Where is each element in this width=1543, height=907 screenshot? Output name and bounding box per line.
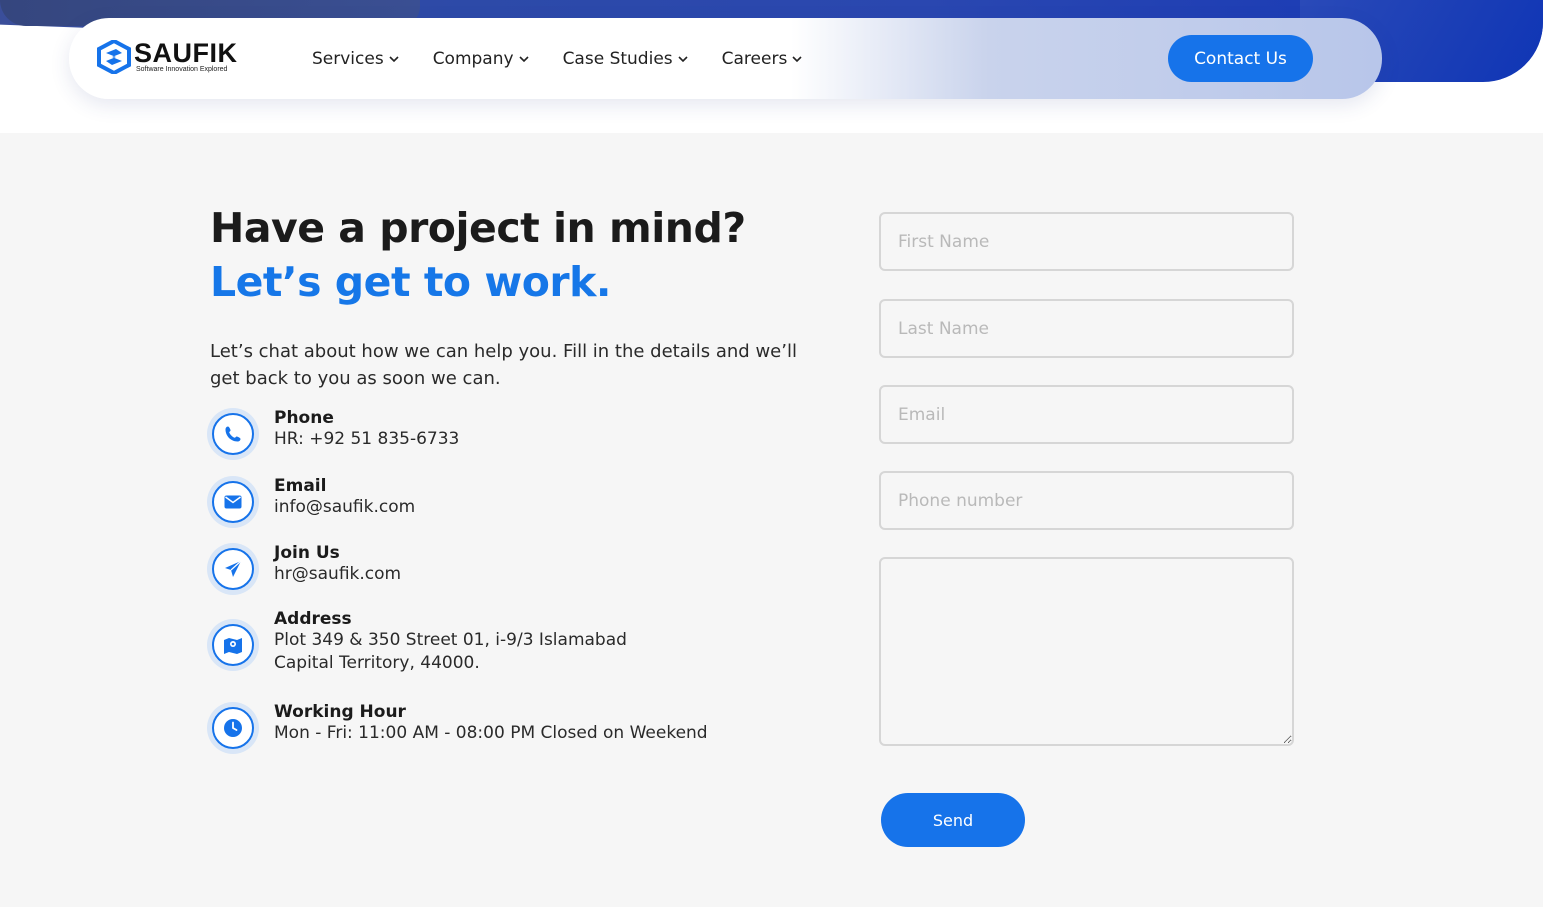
envelope-icon xyxy=(224,495,242,509)
icon-ring xyxy=(207,408,259,460)
icon-circle xyxy=(212,624,254,666)
message-field[interactable] xyxy=(879,557,1294,746)
navbar: SAUFIK Software Innovation Explored Serv… xyxy=(69,18,1382,99)
page-subtitle: Let’s get to work. xyxy=(210,258,611,306)
clock-icon xyxy=(224,719,242,737)
icon-ring xyxy=(207,543,259,595)
contact-item-value: HR: +92 51 835-6733 xyxy=(274,429,460,449)
contact-item-working-hour: Working Hour Mon - Fri: 11:00 AM - 08:00… xyxy=(207,702,708,754)
contact-item-join-us: Join Us hr@saufik.com xyxy=(207,543,401,595)
map-icon xyxy=(224,638,242,654)
contact-us-button[interactable]: Contact Us xyxy=(1168,35,1313,82)
icon-ring xyxy=(207,476,259,528)
icon-ring xyxy=(207,619,259,671)
page-title: Have a project in mind? xyxy=(210,204,746,252)
icon-circle xyxy=(212,481,254,523)
nav-item-company[interactable]: Company xyxy=(433,49,529,69)
chevron-down-icon xyxy=(792,56,802,63)
email-field[interactable] xyxy=(879,385,1294,444)
contact-item-value: Plot 349 & 350 Street 01, i-9/3 Islamaba… xyxy=(274,630,627,650)
nav-item-label: Careers xyxy=(721,48,788,69)
nav-item-label: Case Studies xyxy=(562,48,673,69)
chevron-down-icon xyxy=(678,56,688,63)
contact-item-title: Email xyxy=(274,476,327,496)
last-name-field[interactable] xyxy=(879,299,1294,358)
contact-item-title: Join Us xyxy=(274,543,340,563)
nav-item-case-studies[interactable]: Case Studies xyxy=(563,49,688,69)
first-name-field[interactable] xyxy=(879,212,1294,271)
contact-item-email: Email info@saufik.com xyxy=(207,476,415,528)
contact-item-title: Address xyxy=(274,609,352,629)
logo[interactable]: SAUFIK Software Innovation Explored xyxy=(96,40,238,74)
nav-item-careers[interactable]: Careers xyxy=(722,49,803,69)
nav-item-services[interactable]: Services xyxy=(312,49,399,69)
intro-text: Let’s chat about how we can help you. Fi… xyxy=(210,341,797,389)
icon-circle xyxy=(212,548,254,590)
brand-name: SAUFIK xyxy=(134,38,238,68)
contact-item-title: Working Hour xyxy=(274,702,406,722)
nav-links: Services Company Case Studies Careers xyxy=(312,18,836,99)
contact-item-value[interactable]: info@saufik.com xyxy=(274,496,415,519)
contact-item-title: Phone xyxy=(274,408,334,428)
contact-item-value[interactable]: hr@saufik.com xyxy=(274,563,401,586)
contact-item-phone: Phone HR: +92 51 835-6733 xyxy=(207,408,459,460)
icon-circle xyxy=(212,413,254,455)
icon-circle xyxy=(212,707,254,749)
phone-icon xyxy=(225,426,241,442)
brand-tagline: Software Innovation Explored xyxy=(136,66,228,73)
send-button[interactable]: Send xyxy=(881,793,1025,847)
nav-item-label: Company xyxy=(432,48,514,69)
chevron-down-icon xyxy=(389,56,399,63)
phone-number-field[interactable] xyxy=(879,471,1294,530)
chevron-down-icon xyxy=(518,56,529,63)
nav-item-label: Services xyxy=(312,48,384,69)
paper-plane-icon xyxy=(225,560,242,577)
contact-item-value: Mon - Fri: 11:00 AM - 08:00 PM Closed on… xyxy=(274,723,708,743)
contact-item-value: Capital Territory, 44000. xyxy=(274,653,480,673)
contact-item-address: Address Plot 349 & 350 Street 01, i-9/3 … xyxy=(207,609,627,675)
saufik-logo-icon xyxy=(97,40,131,74)
icon-ring xyxy=(207,702,259,754)
